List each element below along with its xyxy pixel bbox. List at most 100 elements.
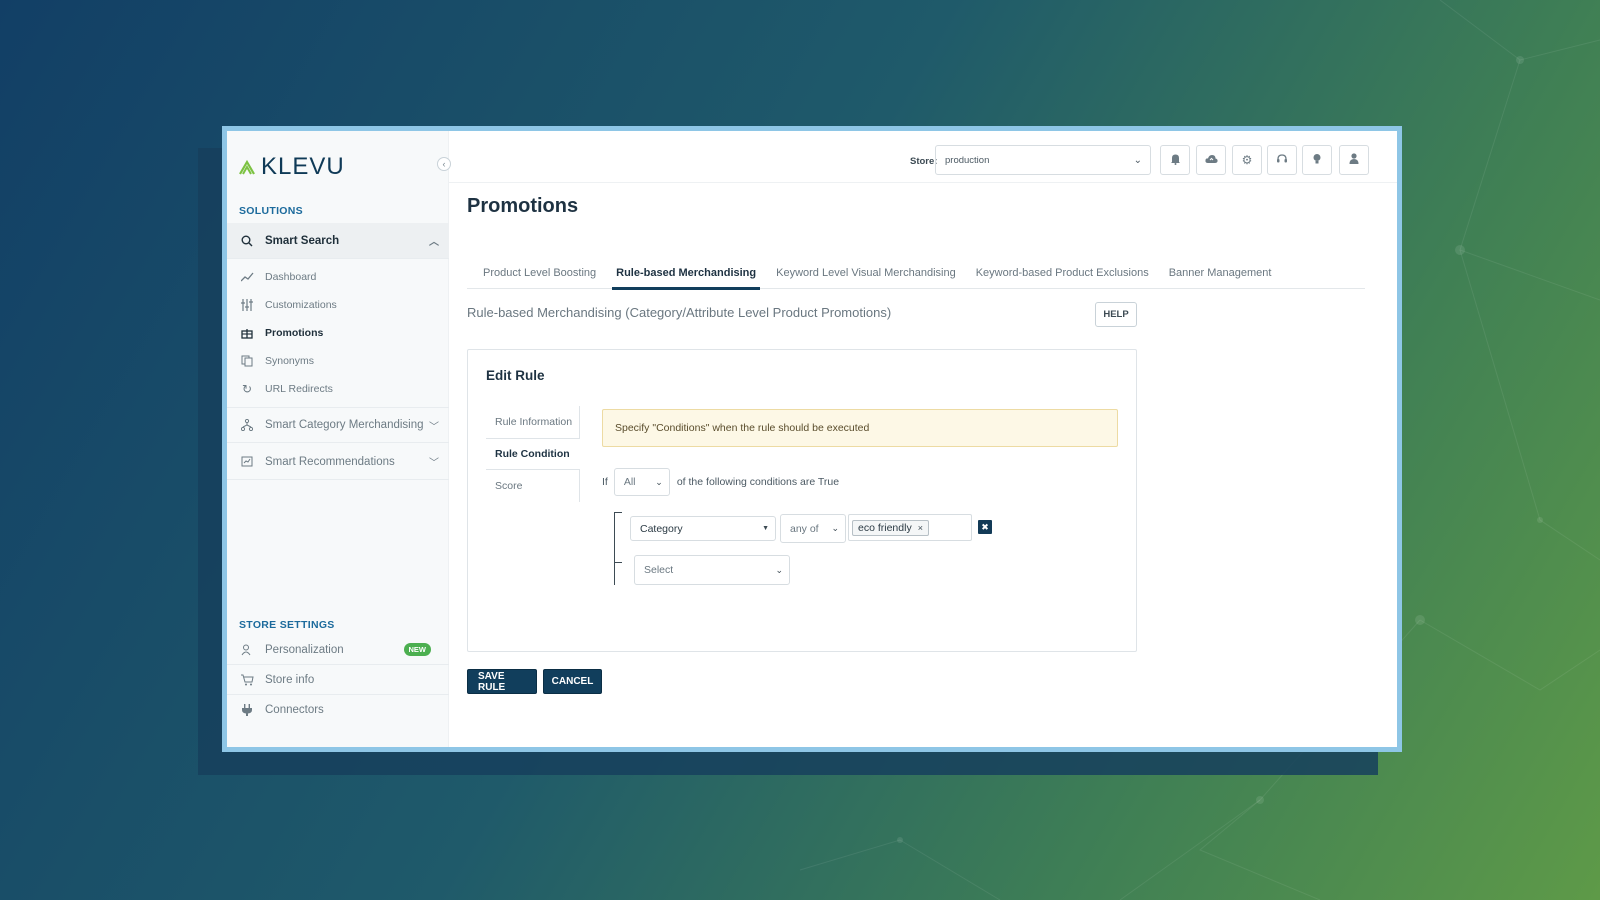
save-rule-button[interactable]: SAVE RULE xyxy=(467,669,537,694)
chevron-down-icon: ﹀ xyxy=(429,458,439,469)
condition-match-row: If All ⌄ of the following conditions are… xyxy=(602,468,839,496)
ideas-button[interactable] xyxy=(1302,145,1332,175)
sidebar-item-label: Synonyms xyxy=(265,355,315,367)
copy-icon xyxy=(239,353,255,369)
store-settings-title: STORE SETTINGS xyxy=(239,619,335,631)
sidebar-item-label: URL Redirects xyxy=(265,383,333,395)
sidebar-item-smart-recommendations[interactable]: Smart Recommendations ﹀ xyxy=(227,444,449,480)
chevron-up-icon: ︿ xyxy=(429,237,439,248)
tab-keyword-level-visual-merchandising[interactable]: Keyword Level Visual Merchandising xyxy=(776,257,966,289)
top-bar: Store: production ⌄ ⚙ xyxy=(449,131,1397,183)
sidebar-item-url-redirects[interactable]: ↻ URL Redirects xyxy=(227,375,449,403)
gear-icon: ⚙ xyxy=(1241,153,1253,167)
plug-icon xyxy=(239,702,255,718)
chevron-down-icon: ⌄ xyxy=(831,523,839,533)
condition-tree-tick xyxy=(614,512,622,513)
sidebar-item-label: Dashboard xyxy=(265,271,317,283)
headset-icon xyxy=(1276,153,1288,168)
support-button[interactable] xyxy=(1267,145,1297,175)
sidebar-item-label: Smart Recommendations xyxy=(265,455,395,468)
cloud-upload-icon xyxy=(1204,153,1218,167)
sidebar-item-smart-category[interactable]: Smart Category Merchandising ﹀ xyxy=(227,407,449,443)
lightbulb-icon xyxy=(1312,153,1322,168)
main-content: Store: production ⌄ ⚙ Promotions Product… xyxy=(449,131,1397,747)
edit-rule-title: Edit Rule xyxy=(486,368,545,383)
refresh-icon: ↻ xyxy=(241,382,253,396)
sidebar-item-promotions[interactable]: Promotions xyxy=(227,319,449,347)
chevron-down-icon: ⌄ xyxy=(775,564,783,575)
upload-button[interactable] xyxy=(1196,145,1226,175)
sidebar-item-label: Customizations xyxy=(265,299,337,311)
bell-icon xyxy=(1170,153,1181,168)
new-badge: NEW xyxy=(403,643,431,656)
tab-bar: Product Level Boosting Rule-based Mercha… xyxy=(467,257,1365,290)
side-tab-score[interactable]: Score xyxy=(486,470,580,502)
tab-product-level-boosting[interactable]: Product Level Boosting xyxy=(483,257,606,289)
search-icon xyxy=(239,233,255,249)
chevron-down-icon: ⌄ xyxy=(1133,154,1142,166)
sidebar-item-personalization[interactable]: Personalization NEW xyxy=(227,635,449,665)
cancel-button[interactable]: CANCEL xyxy=(543,669,602,694)
if-label: If xyxy=(602,476,608,488)
caret-down-icon: ▼ xyxy=(762,525,769,532)
app-window: KLEVU ‹ SOLUTIONS Smart Search ︿ Dashboa… xyxy=(227,131,1397,747)
app-frame: KLEVU ‹ SOLUTIONS Smart Search ︿ Dashboa… xyxy=(222,126,1402,752)
sidebar-item-synonyms[interactable]: Synonyms xyxy=(227,347,449,375)
condition-field-value: Category xyxy=(640,522,683,535)
side-tab-rule-condition[interactable]: Rule Condition xyxy=(486,438,580,470)
condition-values-input[interactable]: eco friendly × xyxy=(848,514,972,541)
section-subheading: Rule-based Merchandising (Category/Attri… xyxy=(467,305,892,320)
condition-tree-tick xyxy=(614,562,622,563)
sidebar-item-store-info[interactable]: Store info xyxy=(227,665,449,695)
condition-operator-value: any of xyxy=(790,522,819,535)
delete-condition-button[interactable]: ✖ xyxy=(978,520,992,534)
store-select[interactable]: production ⌄ xyxy=(935,145,1151,175)
sidebar-item-label: Store info xyxy=(265,673,315,686)
sidebar-item-label: Smart Search xyxy=(265,234,340,247)
tab-keyword-based-product-exclusions[interactable]: Keyword-based Product Exclusions xyxy=(976,257,1159,289)
solutions-title: SOLUTIONS xyxy=(239,205,303,217)
sidebar-item-label: Personalization xyxy=(265,643,344,656)
conditions-info-note: Specify "Conditions" when the rule shoul… xyxy=(602,409,1118,447)
condition-tree-line xyxy=(614,512,615,585)
sidebar-item-dashboard[interactable]: Dashboard xyxy=(227,263,449,291)
logo[interactable]: KLEVU xyxy=(239,153,345,181)
trend-icon xyxy=(239,269,255,285)
sidebar-item-customizations[interactable]: Customizations xyxy=(227,291,449,319)
match-type-select[interactable]: All ⌄ xyxy=(613,468,670,496)
klevu-logo-icon xyxy=(239,159,255,175)
condition-text: of the following conditions are True xyxy=(676,476,840,488)
tab-banner-management[interactable]: Banner Management xyxy=(1169,257,1282,289)
add-condition-select[interactable]: Select ⌄ xyxy=(634,555,790,585)
tab-rule-based-merchandising[interactable]: Rule-based Merchandising xyxy=(612,257,766,290)
sidebar-item-connectors[interactable]: Connectors xyxy=(227,695,449,725)
user-icon xyxy=(239,642,255,658)
value-tag-label: eco friendly xyxy=(858,521,912,534)
chevron-down-icon: ⌄ xyxy=(655,476,663,487)
hierarchy-icon xyxy=(239,417,255,433)
rule-side-tabs: Rule Information Rule Condition Score xyxy=(486,406,580,502)
side-tab-rule-information[interactable]: Rule Information xyxy=(486,406,580,438)
sidebar-item-smart-search[interactable]: Smart Search ︿ xyxy=(227,223,449,259)
page-title: Promotions xyxy=(467,195,579,217)
help-button[interactable]: HELP xyxy=(1095,302,1137,327)
close-icon: ✖ xyxy=(981,521,989,532)
match-type-value: All xyxy=(623,476,636,488)
cart-icon xyxy=(239,672,255,688)
notifications-button[interactable] xyxy=(1160,145,1190,175)
sidebar-item-label: Promotions xyxy=(265,327,324,339)
add-condition-placeholder: Select xyxy=(644,564,674,576)
sidebar: KLEVU ‹ SOLUTIONS Smart Search ︿ Dashboa… xyxy=(227,131,451,747)
user-icon xyxy=(1349,153,1359,167)
chart-box-icon xyxy=(239,454,255,470)
account-button[interactable] xyxy=(1339,145,1369,175)
store-label: Store: xyxy=(910,156,938,167)
collapse-sidebar-button[interactable]: ‹ xyxy=(437,157,451,171)
edit-rule-card: Edit Rule Rule Information Rule Conditio… xyxy=(467,349,1137,652)
settings-button[interactable]: ⚙ xyxy=(1232,145,1262,175)
condition-operator-select[interactable]: any of ⌄ xyxy=(780,514,846,543)
value-tag: eco friendly × xyxy=(852,519,929,536)
condition-field-select[interactable]: Category ▼ xyxy=(630,516,776,541)
logo-text: KLEVU xyxy=(261,153,345,180)
remove-tag-icon[interactable]: × xyxy=(918,523,923,533)
